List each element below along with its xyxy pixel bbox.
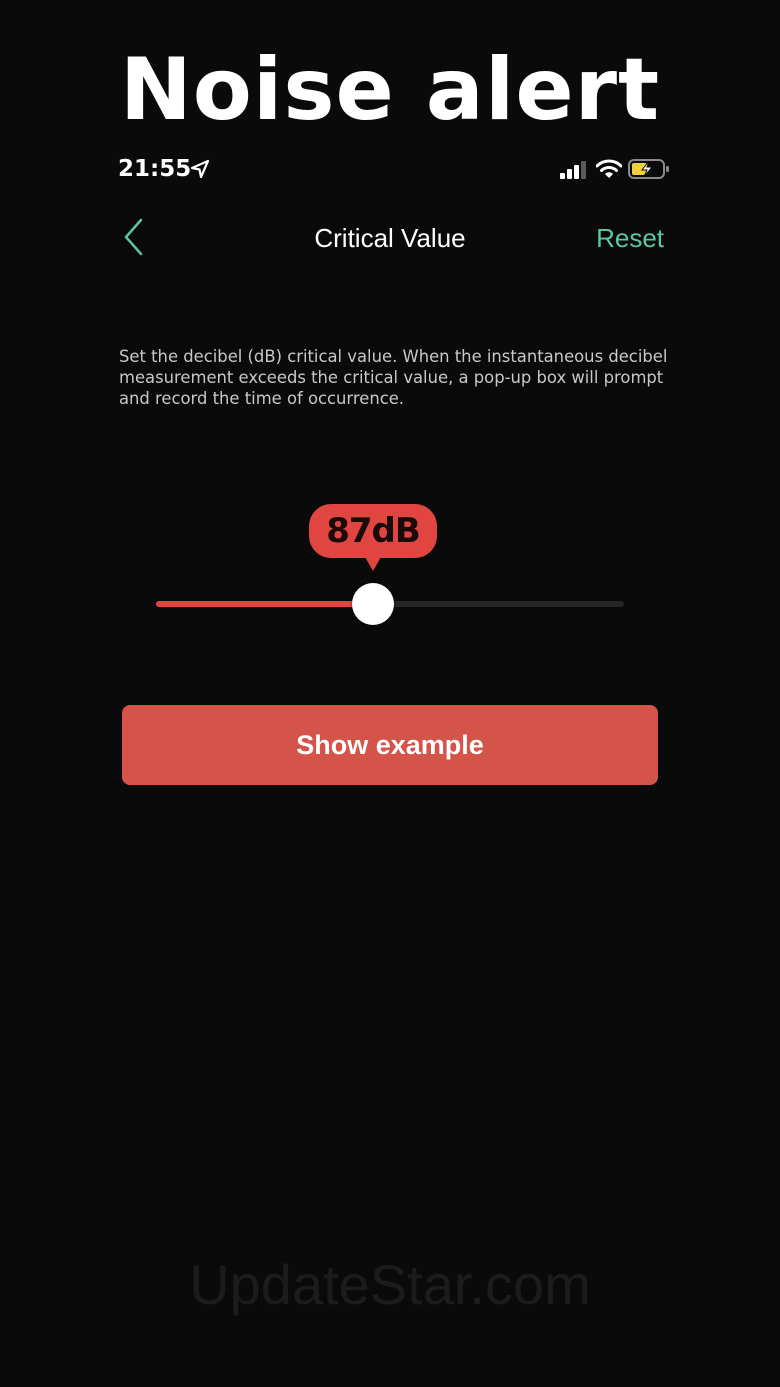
slider-fill <box>156 601 373 607</box>
critical-value-slider[interactable]: 87dB <box>156 500 626 630</box>
navigation-bar: Critical Value Reset <box>0 210 780 266</box>
watermark-text: UpdateStar.com <box>189 1253 591 1316</box>
chevron-left-icon <box>124 218 143 256</box>
reset-button[interactable]: Reset <box>596 220 664 256</box>
page-title: Critical Value <box>314 223 466 253</box>
value-label: 87dB <box>326 511 421 551</box>
wifi-icon <box>596 159 622 178</box>
battery-charging-icon <box>628 159 669 179</box>
promo-headline: Noise alert <box>119 40 661 140</box>
cellular-signal-icon <box>560 161 586 179</box>
location-arrow-icon <box>190 159 210 179</box>
status-time: 21:55 <box>118 156 192 182</box>
show-example-button[interactable]: Show example <box>122 705 658 785</box>
value-bubble: 87dB <box>309 504 437 571</box>
slider-thumb[interactable] <box>352 583 394 625</box>
back-button[interactable] <box>112 216 156 260</box>
status-bar: 21:55 <box>0 150 780 190</box>
description-text: Set the decibel (dB) critical value. Whe… <box>119 347 668 408</box>
